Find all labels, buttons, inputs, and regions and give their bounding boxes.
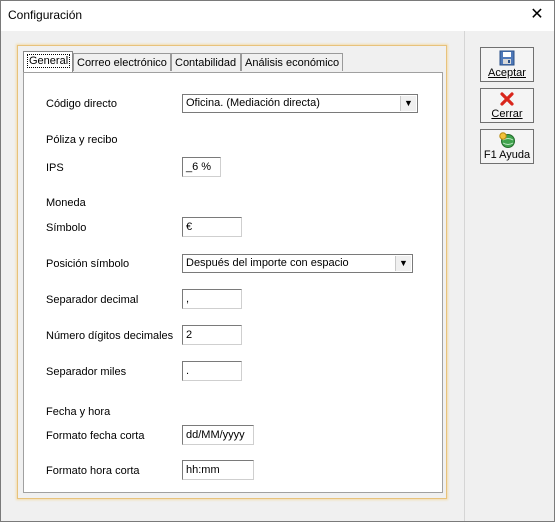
ips-value: _6 % [186, 161, 212, 173]
formato-fecha-field[interactable]: dd/MM/yyyy [182, 425, 254, 445]
tab-analisis-economico[interactable]: Análisis económico [241, 53, 343, 71]
formato-hora-value: hh:mm [186, 464, 220, 476]
tab-general-label: General [27, 54, 71, 68]
tab-contabilidad[interactable]: Contabilidad [171, 53, 241, 71]
posicion-simbolo-select[interactable]: Después del importe con espacio ▼ [182, 254, 413, 273]
settings-panel: General Correo electrónico Contabilidad … [17, 45, 447, 499]
general-tab-content: Código directo Oficina. (Mediación direc… [23, 72, 443, 493]
numero-decimales-label: Número dígitos decimales [46, 330, 174, 342]
moneda-heading: Moneda [46, 197, 86, 209]
separador-decimal-field[interactable]: , [182, 289, 242, 309]
ayuda-label: F1 Ayuda [483, 149, 531, 161]
close-icon: ✕ [530, 6, 544, 23]
configuration-window: Configuración ✕ General Correo electróni… [0, 0, 555, 522]
tab-correo-electronico[interactable]: Correo electrónico [73, 53, 171, 71]
separador-miles-field[interactable]: . [182, 361, 242, 381]
posicion-simbolo-value: Después del importe con espacio [186, 257, 349, 269]
formato-fecha-label: Formato fecha corta [46, 430, 145, 442]
help-globe-icon [481, 131, 533, 149]
chevron-down-icon[interactable]: ▼ [400, 96, 416, 111]
codigo-directo-select[interactable]: Oficina. (Mediación directa) ▼ [182, 94, 418, 113]
ips-field[interactable]: _6 % [182, 157, 221, 177]
save-disk-icon [481, 49, 533, 67]
simbolo-field[interactable]: € [182, 217, 242, 237]
separador-miles-value: . [186, 365, 190, 377]
separador-decimal-value: , [186, 293, 190, 305]
poliza-recibo-heading: Póliza y recibo [46, 134, 118, 146]
sidebar-divider [464, 31, 465, 521]
tab-analisis-label: Análisis económico [245, 57, 340, 69]
tab-correo-label: Correo electrónico [77, 57, 167, 69]
chevron-down-icon[interactable]: ▼ [395, 256, 411, 271]
fecha-hora-heading: Fecha y hora [46, 406, 111, 418]
separador-decimal-label: Separador decimal [46, 294, 139, 306]
formato-hora-field[interactable]: hh:mm [182, 460, 254, 480]
ips-label: IPS [46, 162, 64, 174]
aceptar-label: Aceptar [488, 67, 526, 79]
formato-fecha-value: dd/MM/yyyy [186, 429, 245, 441]
formato-hora-label: Formato hora corta [46, 465, 140, 477]
cerrar-label: Cerrar [491, 108, 523, 120]
window-title: Configuración [8, 8, 83, 22]
tab-general[interactable]: General [23, 51, 73, 72]
tab-contabilidad-label: Contabilidad [175, 57, 237, 69]
window-close-button[interactable]: ✕ [526, 5, 548, 25]
codigo-directo-value: Oficina. (Mediación directa) [186, 97, 320, 109]
codigo-directo-label: Código directo [46, 98, 117, 110]
separador-miles-label: Separador miles [46, 366, 127, 378]
posicion-simbolo-label: Posición símbolo [46, 258, 130, 270]
red-x-icon [481, 90, 533, 108]
numero-decimales-field[interactable]: 2 [182, 325, 242, 345]
aceptar-button[interactable]: Aceptar [480, 47, 534, 82]
title-bar: Configuración ✕ [1, 1, 554, 31]
ayuda-button[interactable]: F1 Ayuda [480, 129, 534, 164]
numero-decimales-value: 2 [186, 329, 193, 341]
simbolo-label: Símbolo [46, 222, 87, 234]
simbolo-value: € [186, 221, 193, 233]
cerrar-button[interactable]: Cerrar [480, 88, 534, 123]
